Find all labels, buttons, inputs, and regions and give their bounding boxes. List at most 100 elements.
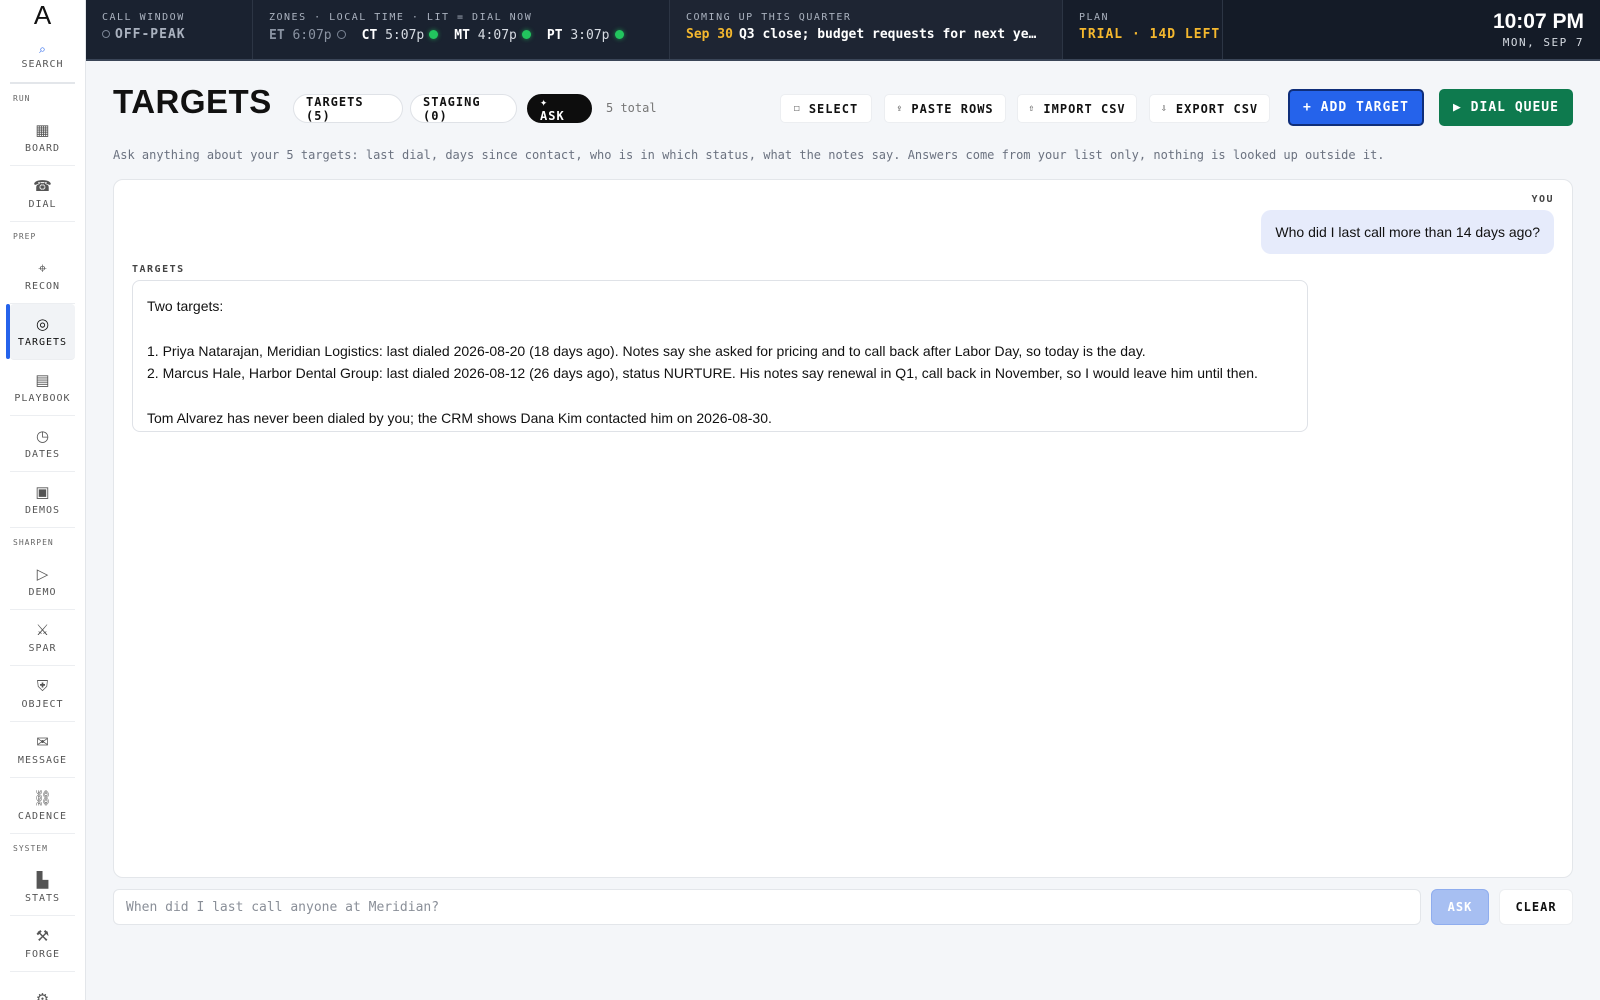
sidebar-item-playbook[interactable]: ▤ PLAYBOOK xyxy=(10,360,75,416)
sidebar-item-recon[interactable]: ⌖ RECON xyxy=(10,248,75,304)
ask-button[interactable]: ASK xyxy=(1431,889,1489,925)
sidebar-section-system: SYSTEM xyxy=(13,844,48,853)
dial-queue-button[interactable]: ▶ DIAL QUEUE xyxy=(1439,89,1573,126)
gear-icon: ⚙ xyxy=(35,991,50,1000)
sidebar-item-label: STATS xyxy=(24,893,61,904)
sidebar-item-label: BOARD xyxy=(24,143,61,154)
grid-icon: ▦ xyxy=(35,121,50,139)
call-window-caption: CALL WINDOW xyxy=(102,12,185,23)
import-csv-button[interactable]: ⇧ IMPORT CSV xyxy=(1017,94,1137,123)
ask-hint-text: Ask anything about your 5 targets: last … xyxy=(113,148,1385,162)
sidebar-item-label: PLAYBOOK xyxy=(14,393,71,404)
sidebar-item-settings[interactable]: ⚙ xyxy=(10,972,75,1000)
screen-icon: ▣ xyxy=(35,483,50,501)
zone-et: ET 6:07p xyxy=(269,28,346,43)
zone-pt: PT 3:07p xyxy=(547,28,624,43)
assistant-line xyxy=(147,385,1293,407)
status-dot-icon xyxy=(102,30,110,38)
assistant-line: 2. Marcus Hale, Harbor Dental Group: las… xyxy=(147,365,1258,382)
clear-button[interactable]: CLEAR xyxy=(1499,889,1573,925)
page-title: TARGETS xyxy=(113,83,272,120)
assistant-line xyxy=(147,317,1293,339)
user-message: Who did I last call more than 14 days ag… xyxy=(1261,210,1554,254)
paste-rows-label: PASTE ROWS xyxy=(911,101,994,116)
plan-panel[interactable]: PLAN TRIAL · 14D LEFT xyxy=(1063,0,1223,59)
assistant-message: Two targets: 1. Priya Natarajan, Meridia… xyxy=(132,280,1308,432)
download-icon: ⇩ xyxy=(1160,103,1168,114)
quarter-panel[interactable]: COMING UP THIS QUARTER Sep 30 Q3 close; b… xyxy=(670,0,1063,59)
sidebar-item-demo[interactable]: ▷ DEMO xyxy=(10,554,75,610)
sidebar-item-message[interactable]: ✉ MESSAGE xyxy=(10,722,75,778)
tab-staging[interactable]: STAGING (0) xyxy=(410,94,517,123)
zone-ct: CT 5:07p xyxy=(362,28,439,43)
export-csv-label: EXPORT CSV xyxy=(1175,101,1259,116)
sidebar-item-dial[interactable]: ☎ DIAL xyxy=(10,166,75,222)
bar-chart-icon: ▙ xyxy=(36,871,49,889)
sidebar-item-label: DATES xyxy=(24,449,61,460)
play-icon: ▷ xyxy=(36,565,49,583)
zone-time: 4:07p xyxy=(477,28,517,43)
sidebar-item-label: DEMOS xyxy=(24,505,61,516)
sidebar-item-dates[interactable]: ◷ DATES xyxy=(10,416,75,472)
select-label: SELECT xyxy=(808,101,859,116)
select-button[interactable]: ☐ SELECT xyxy=(780,94,872,123)
assistant-label: TARGETS xyxy=(132,264,185,275)
assistant-line: Tom Alvarez has never been dialed by you… xyxy=(147,410,772,426)
export-csv-button[interactable]: ⇩ EXPORT CSV xyxy=(1149,94,1270,123)
sidebar-item-spar[interactable]: ⚔ SPAR xyxy=(10,610,75,666)
search-icon: ⌕ xyxy=(39,41,46,56)
quarter-date: Sep 30 xyxy=(686,27,733,42)
sidebar-item-label: TARGETS xyxy=(17,337,68,348)
sidebar-item-object[interactable]: ⛨ OBJECT xyxy=(10,666,75,722)
tab-ask[interactable]: ✦ ASK xyxy=(527,94,592,123)
chain-icon: ⛓ xyxy=(32,789,53,807)
quarter-text: Q3 close; budget requests for next ye… xyxy=(738,27,1037,42)
zone-mt: MT 4:07p xyxy=(454,28,531,43)
zone-status-dot-icon xyxy=(521,30,531,39)
zone-code: ET xyxy=(269,28,285,43)
app-logo[interactable]: A xyxy=(0,0,85,30)
zone-time: 3:07p xyxy=(570,28,610,43)
chat-panel: YOU Who did I last call more than 14 day… xyxy=(113,179,1573,878)
zones-panel: ZONES · LOCAL TIME · LIT = DIAL NOW ET 6… xyxy=(253,0,670,59)
ask-input[interactable] xyxy=(113,889,1421,925)
tab-targets[interactable]: TARGETS (5) xyxy=(293,94,403,123)
sidebar-section-run: RUN xyxy=(13,94,31,103)
clock-icon: ◷ xyxy=(35,427,50,445)
sidebar-item-cadence[interactable]: ⛓ CADENCE xyxy=(10,778,75,834)
sidebar-item-label: SPAR xyxy=(28,643,57,654)
zone-status-dot-icon xyxy=(336,30,346,39)
sidebar-section-sharpen: SHARPEN xyxy=(13,538,54,547)
sidebar-item-demos[interactable]: ▣ DEMOS xyxy=(10,472,75,528)
sidebar-item-label: RECON xyxy=(24,281,61,292)
hammer-icon: ⚒ xyxy=(35,927,50,945)
sidebar-item-label: CADENCE xyxy=(17,811,68,822)
quarter-caption: COMING UP THIS QUARTER xyxy=(686,12,852,23)
crosshair-icon: ⌖ xyxy=(38,259,47,277)
phone-icon: ☎ xyxy=(33,177,52,195)
sidebar-search[interactable]: ⌕ SEARCH xyxy=(10,30,75,84)
clock-date: MON, SEP 7 xyxy=(1502,36,1584,49)
paste-rows-button[interactable]: ⇪ PASTE ROWS xyxy=(884,94,1006,123)
sidebar-item-targets[interactable]: ◎ TARGETS xyxy=(6,304,75,360)
call-window-value: OFF-PEAK xyxy=(115,27,186,42)
call-window-panel: CALL WINDOW OFF-PEAK xyxy=(86,0,253,59)
user-label: YOU xyxy=(1531,194,1554,205)
main-content: TARGETS TARGETS (5) STAGING (0) ✦ ASK 5 … xyxy=(86,61,1600,1000)
paste-icon: ⇪ xyxy=(896,103,904,114)
sidebar-item-label: SEARCH xyxy=(21,58,64,70)
import-csv-label: IMPORT CSV xyxy=(1043,101,1126,116)
add-target-button[interactable]: + ADD TARGET xyxy=(1288,89,1424,126)
envelope-icon: ✉ xyxy=(36,733,49,751)
sidebar-item-forge[interactable]: ⚒ FORGE xyxy=(10,916,75,972)
sidebar-item-label: FORGE xyxy=(24,949,61,960)
zone-code: MT xyxy=(454,28,470,43)
sidebar-item-board[interactable]: ▦ BOARD xyxy=(10,110,75,166)
zone-status-dot-icon xyxy=(614,30,624,39)
sidebar-item-stats[interactable]: ▙ STATS xyxy=(10,860,75,916)
zone-time: 6:07p xyxy=(292,28,332,43)
assistant-line: 1. Priya Natarajan, Meridian Logistics: … xyxy=(147,342,1146,359)
zone-time: 5:07p xyxy=(385,28,425,43)
zone-status-dot-icon xyxy=(429,30,439,39)
zone-code: PT xyxy=(546,28,563,43)
